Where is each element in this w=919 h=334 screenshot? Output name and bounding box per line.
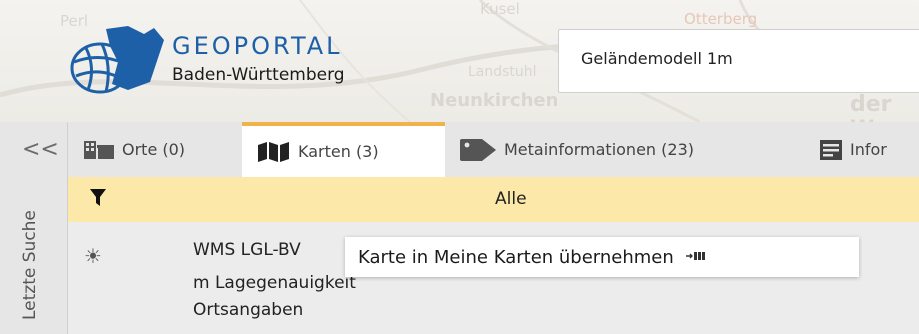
- map-label: Neunkirchen: [430, 90, 559, 111]
- tab-label: Karten (3): [298, 142, 379, 161]
- result-title-line: WMS LGL-BV: [193, 240, 301, 260]
- result-title-line: Ortsangaben: [193, 300, 304, 320]
- document-icon: [820, 139, 842, 160]
- tab-label: Infor: [850, 140, 887, 159]
- tab-metainformationen[interactable]: Metainformationen (23): [460, 122, 790, 177]
- map-label: der W: [850, 92, 892, 122]
- add-to-my-maps-icon: [685, 251, 706, 264]
- search-input[interactable]: [579, 48, 919, 69]
- map-label: Otterberg: [684, 10, 758, 28]
- tooltip: Karte in Meine Karten übernehmen: [345, 237, 859, 277]
- map-label: Landstuhl: [468, 64, 537, 80]
- logo-title: GEOPORTAL: [172, 32, 343, 60]
- tab-karten[interactable]: Karten (3): [242, 122, 445, 177]
- result-title-line: m Lagegenauigkeit: [193, 273, 356, 293]
- tab-label: Metainformationen (23): [504, 140, 694, 159]
- filter-icon[interactable]: [90, 189, 106, 211]
- tab-label: Orte (0): [122, 140, 186, 159]
- collapse-sidebar-button[interactable]: <<: [22, 137, 59, 162]
- tooltip-text: Karte in Meine Karten übernehmen: [358, 246, 674, 268]
- filter-bar[interactable]: Alle: [68, 177, 919, 222]
- tag-icon: [460, 138, 496, 161]
- filter-label: Alle: [495, 189, 527, 209]
- buildings-icon: [84, 140, 114, 159]
- search-box[interactable]: [558, 29, 919, 93]
- result-tabs: Orte (0) Karten (3) Metainformationen (2…: [68, 122, 919, 177]
- tab-informationen[interactable]: Infor: [820, 122, 919, 177]
- tab-orte[interactable]: Orte (0): [84, 122, 244, 177]
- logo-subtitle: Baden-Württemberg: [172, 65, 345, 85]
- map-label: Kusel: [480, 0, 520, 18]
- last-search-label[interactable]: Letzte Suche: [20, 210, 40, 320]
- globe-logo-icon: [70, 26, 164, 94]
- map-icon: [258, 141, 290, 162]
- sun-icon[interactable]: ☀: [84, 244, 102, 268]
